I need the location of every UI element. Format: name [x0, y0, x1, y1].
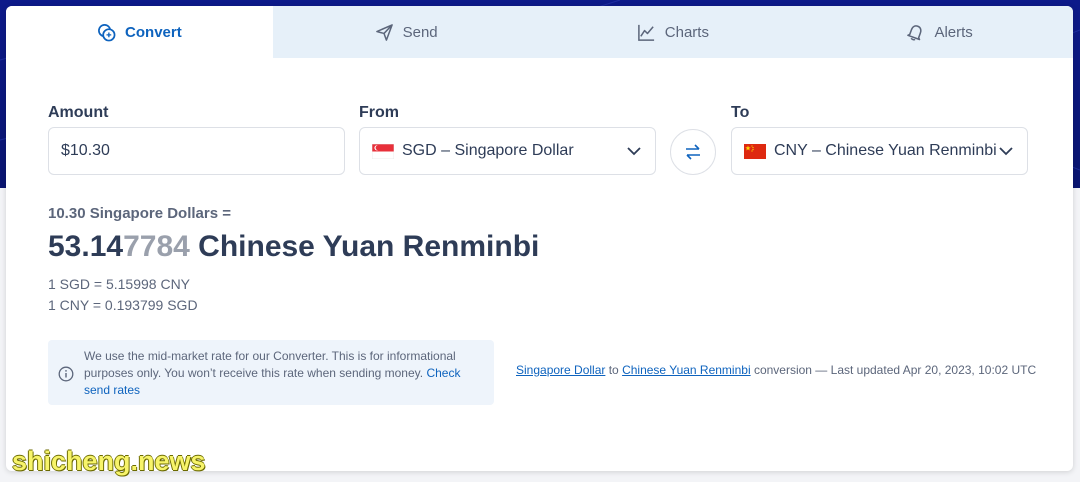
watermark: shicheng.news	[12, 446, 206, 476]
tab-convert[interactable]: Convert	[6, 6, 273, 58]
from-code: SGD	[402, 142, 437, 159]
amount-input[interactable]: $10.30	[48, 127, 345, 175]
tab-bar: Convert Send Charts Alerts	[6, 6, 1073, 58]
tab-charts[interactable]: Charts	[539, 6, 807, 58]
swap-arrows-icon	[686, 144, 700, 160]
result-strong: 53.14	[48, 230, 124, 263]
info-box: We use the mid-market rate for our Conve…	[48, 340, 494, 405]
tab-send[interactable]: Send	[272, 6, 540, 58]
from-currency-link[interactable]: Singapore Dollar	[516, 363, 605, 377]
to-code: CNY	[774, 142, 808, 159]
result-amount: 53.147784 Chinese Yuan Renminbi	[48, 230, 539, 264]
tab-label: Send	[402, 23, 438, 41]
from-currency-select[interactable]: SGD – Singapore Dollar	[359, 127, 656, 175]
tab-label: Alerts	[934, 23, 973, 41]
to-currency-link[interactable]: Chinese Yuan Renminbi	[622, 363, 751, 377]
singapore-flag-icon	[372, 143, 394, 159]
from-label: From	[359, 104, 399, 121]
rate-from-to: 1 SGD = 5.15998 CNY	[48, 276, 191, 292]
info-message: We use the mid-market rate for our Conve…	[84, 349, 456, 380]
swap-currencies-button[interactable]	[670, 129, 716, 175]
amount-value: $10.30	[61, 142, 110, 159]
china-flag-icon	[744, 143, 766, 159]
to-name: – Chinese Yuan Renminbi	[807, 142, 997, 159]
tab-label: Convert	[125, 23, 182, 41]
amount-label: Amount	[48, 104, 109, 121]
result-subtitle: 10.30 Singapore Dollars =	[48, 205, 231, 222]
chevron-down-icon	[999, 147, 1013, 156]
conversion-to-word: to	[605, 363, 623, 377]
from-name: – Singapore Dollar	[436, 142, 574, 159]
rate-to-from: 1 CNY = 0.193799 SGD	[48, 297, 198, 313]
conversion-line: Singapore Dollar to Chinese Yuan Renminb…	[516, 363, 1036, 377]
converter-card: Convert Send Charts Alerts Amount $10.30…	[6, 6, 1073, 471]
convert-coins-icon	[98, 23, 116, 41]
bell-icon	[907, 24, 923, 41]
info-circle-icon	[58, 366, 74, 382]
result-faded-digits: 7784	[123, 230, 190, 263]
last-updated-text: conversion — Last updated Apr 20, 2023, …	[750, 363, 1037, 377]
to-label: To	[731, 104, 750, 121]
line-chart-icon	[637, 24, 654, 41]
info-text: We use the mid-market rate for our Conve…	[84, 348, 480, 405]
tab-label: Charts	[664, 23, 709, 41]
to-currency-select[interactable]: CNY – Chinese Yuan Renminbi	[731, 127, 1028, 175]
tab-alerts[interactable]: Alerts	[806, 6, 1073, 58]
send-plane-icon	[375, 23, 393, 41]
result-unit: Chinese Yuan Renminbi	[189, 230, 540, 263]
chevron-down-icon	[627, 147, 641, 156]
